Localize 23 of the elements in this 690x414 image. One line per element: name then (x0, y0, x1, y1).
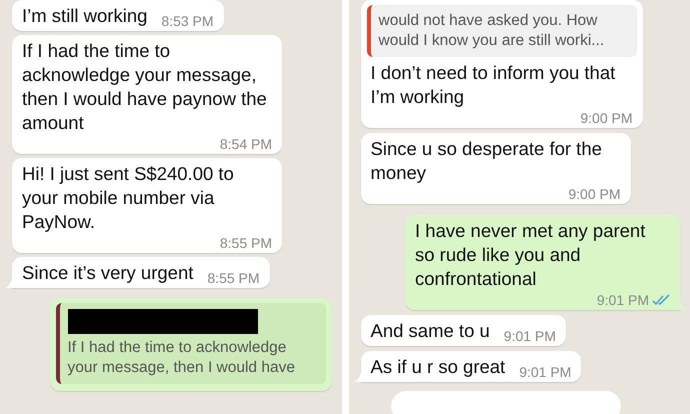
message-field[interactable] (390, 391, 620, 414)
message-text: I have never met any parent so rude like you and confrontational (415, 219, 646, 291)
message-text: If I had the time to acknowledge your message, then I would have paynow the amount (22, 39, 268, 135)
message-time: 9:01 PM (519, 363, 572, 381)
message-time: 8:55 PM (220, 234, 272, 252)
quoted-text: would not have asked you. How would I know you are still worki... (378, 11, 606, 51)
message-time: 8:54 PM (220, 135, 272, 153)
message-time: 8:55 PM (207, 269, 260, 287)
message-time: 9:01 PM (596, 291, 649, 309)
message-time: 9:00 PM (568, 185, 620, 203)
message-text: I’m still working (22, 4, 148, 28)
message-text: And same to u (370, 319, 490, 343)
message-text: As if u r so great (370, 355, 506, 379)
message-text: I don’t need to inform you that I’m working (370, 61, 616, 109)
message-time: 9:00 PM (580, 109, 632, 127)
message-text: Hi! I just sent S$240.00 to your mobile number via PayNow. (22, 162, 235, 234)
message-time: 8:53 PM (161, 12, 214, 30)
quoted-text: If I had the time to acknowledge your message, then I would have (68, 338, 296, 378)
quoted-message[interactable]: If I had the time to acknowledge your message, then I would have (56, 303, 326, 384)
message-text: Since it’s very urgent (22, 261, 194, 285)
quoted-message[interactable]: would not have asked you. How would I know you are still worki... (366, 5, 636, 57)
message-time: 9:01 PM (504, 327, 556, 345)
message-text: Since u so desperate for the money (370, 137, 603, 185)
